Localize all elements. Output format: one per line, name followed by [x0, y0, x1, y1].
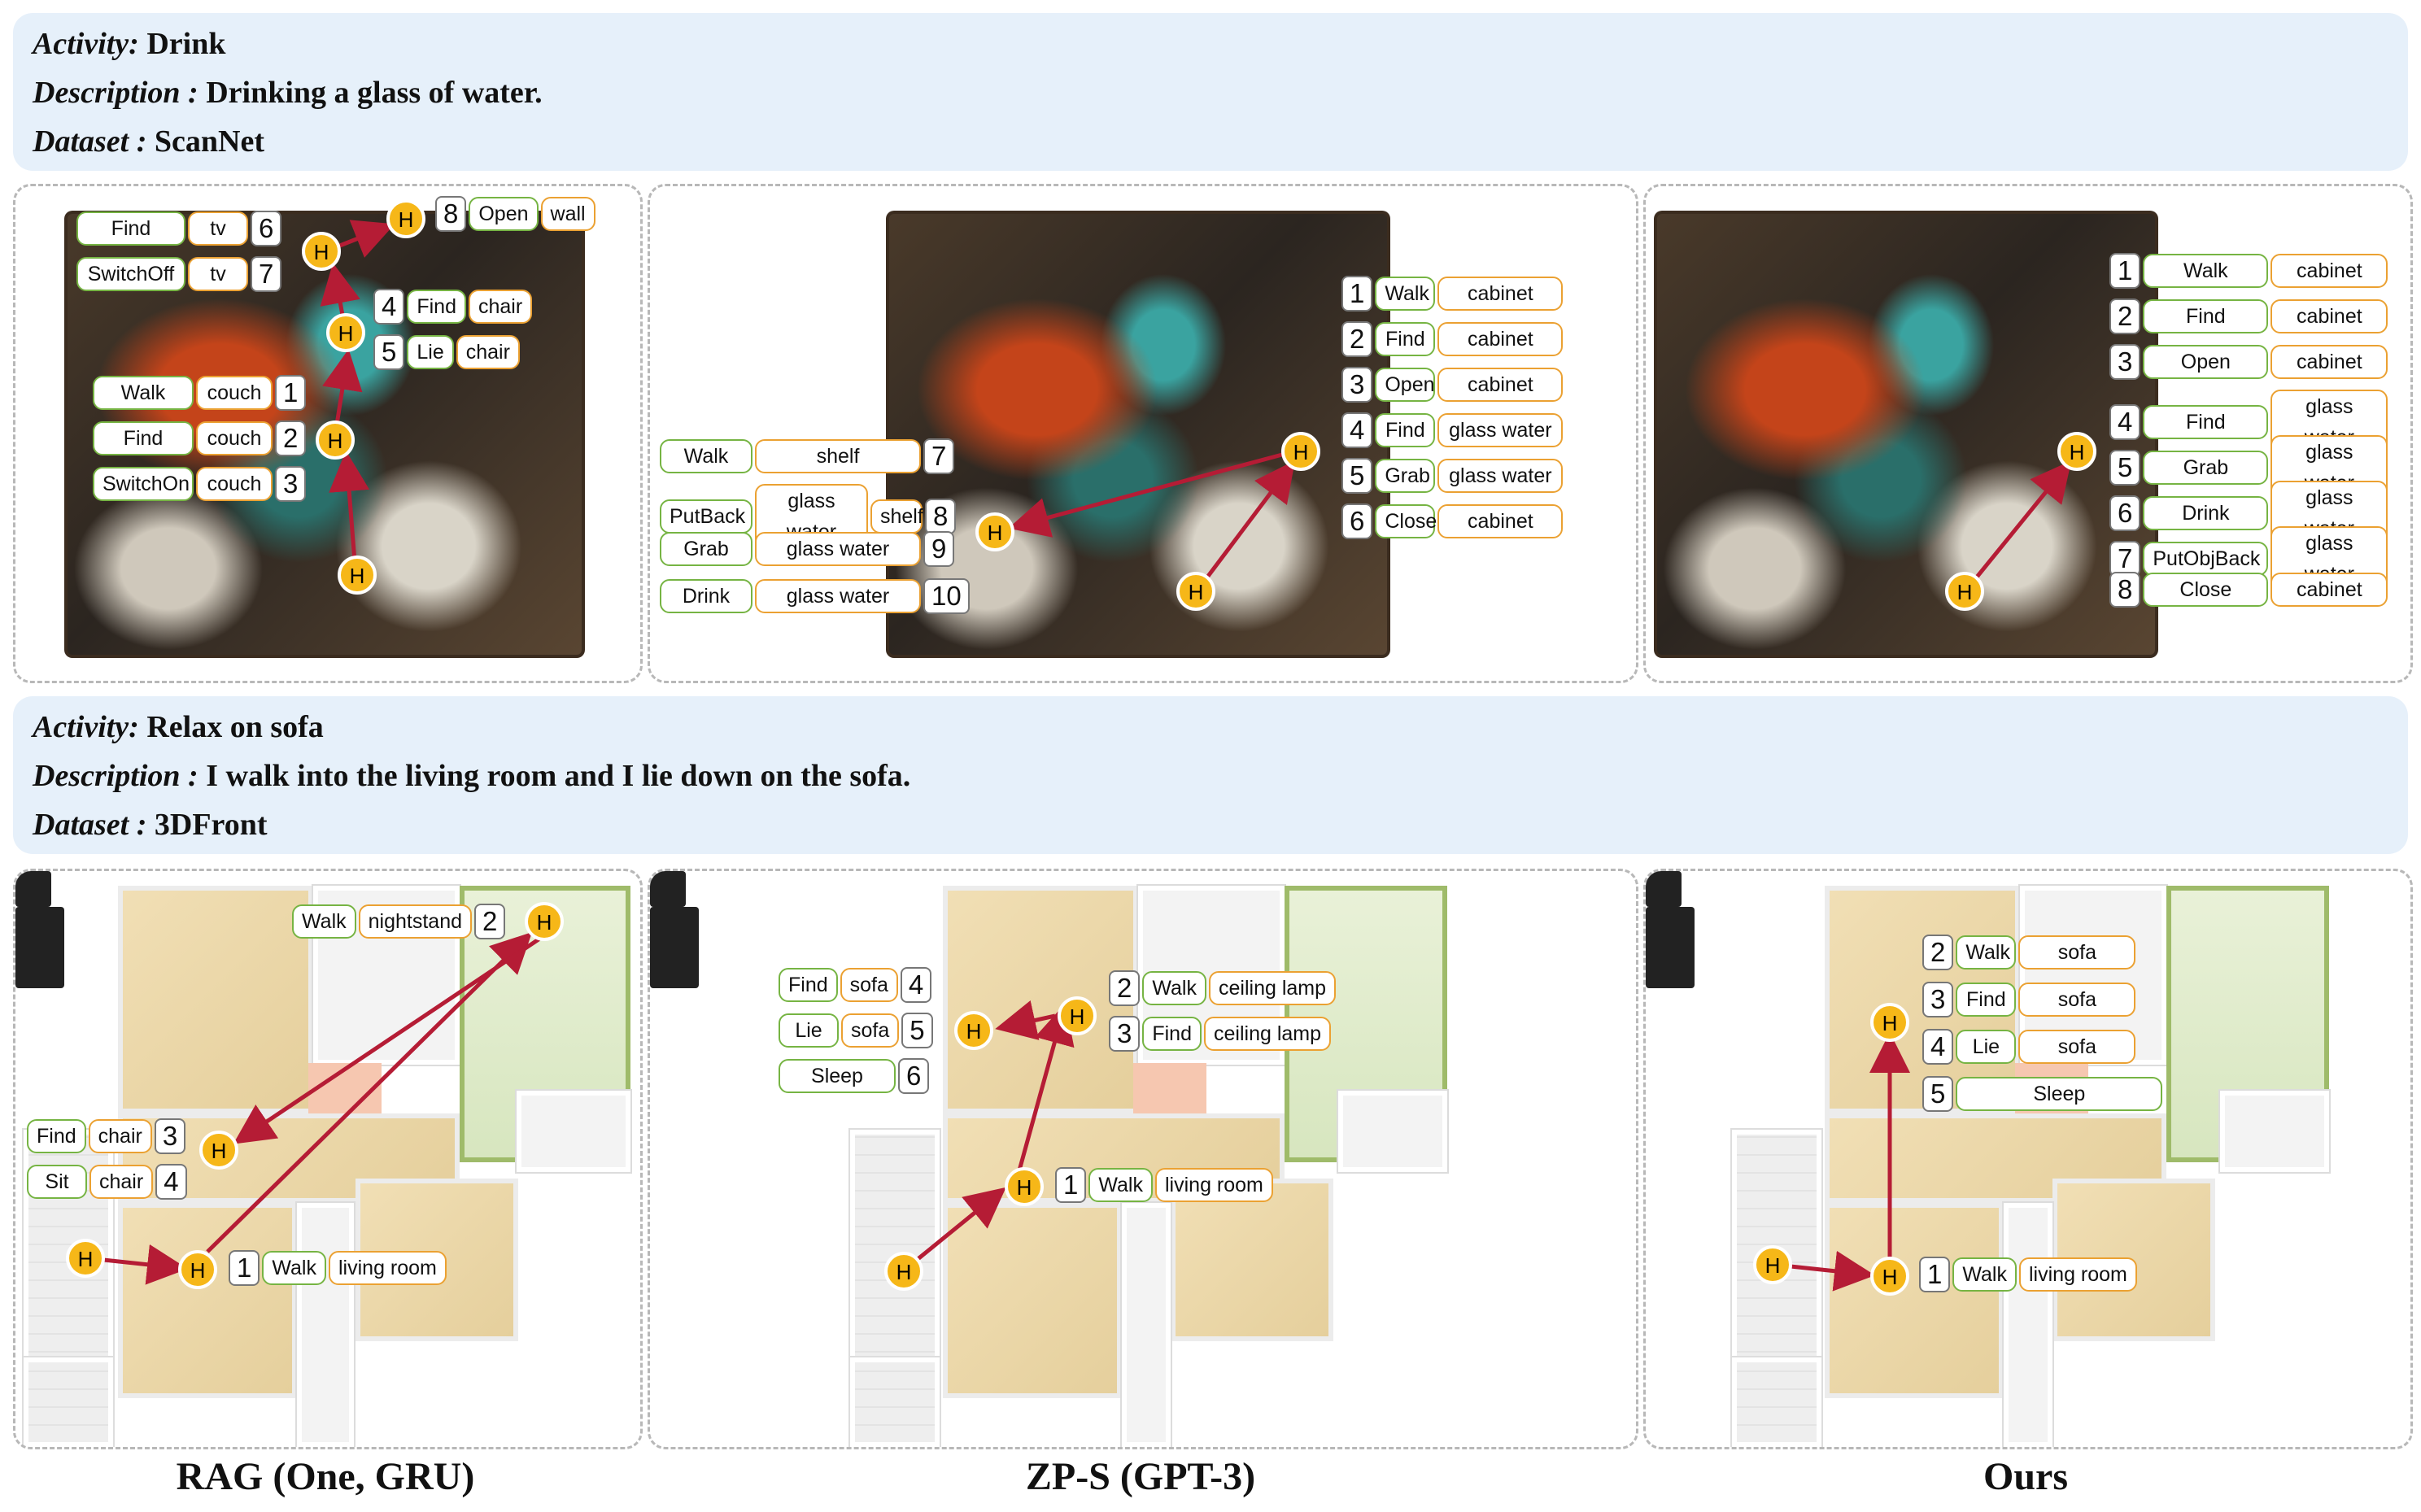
arrow-segment: [233, 935, 543, 1144]
node-label: H: [1070, 1004, 1085, 1029]
step-label: Find chair 3: [27, 1118, 186, 1154]
step-label: 3 Find ceiling lamp: [1109, 1016, 1332, 1052]
node-label: H: [1882, 1011, 1898, 1035]
activity-header-relax: Activity: Relax on sofa Description : I …: [13, 696, 2408, 854]
caption-rag: RAG (One, GRU): [176, 1455, 475, 1498]
panel-scannet-ours: H H 1 Walk cabinet 2 Find cabinet 3 Open cabin…: [1643, 184, 2413, 683]
panel-3dfront-ours: H H H 2 Walk sofa 3 Find sofa 4 Lie sofa 5 Slee…: [1643, 869, 2413, 1449]
step-label: 5 Sleep: [1922, 1076, 2163, 1112]
step-label: 2 Walk sofa: [1922, 935, 2136, 970]
trajectory-overlay: H H H H: [884, 996, 1097, 1291]
dataset-line: Dataset : ScanNet: [33, 124, 264, 159]
node-label: H: [966, 1019, 982, 1044]
dataset-line: Dataset : 3DFront: [33, 808, 268, 842]
step-label: Lie sofa 5: [779, 1013, 933, 1048]
node-label: H: [1957, 580, 1973, 604]
step-label: Grab glass water 9: [660, 531, 955, 567]
arrow-segment: [1966, 460, 2072, 590]
step-label: Walk nightstand 2: [292, 904, 506, 939]
node-label: H: [78, 1247, 94, 1271]
arrow-segment: [329, 451, 370, 573]
step-label: Sit chair 4: [27, 1164, 187, 1200]
step-label: 6 Close cabinet: [1341, 503, 1564, 539]
trajectory-overlay: H H H H: [66, 902, 564, 1289]
step-label: 3 Open cabinet: [1341, 367, 1564, 403]
node-label: H: [338, 321, 354, 346]
arrow-segment: [103, 1244, 188, 1285]
arrow-segment: [1017, 1003, 1075, 1171]
arrow-segment: [1790, 1250, 1875, 1292]
step-label: 3 Open cabinet: [2109, 344, 2388, 380]
description-line: Description : I walk into the living roo…: [33, 759, 911, 793]
step-label: Walk shelf 7: [660, 438, 955, 474]
node-label: H: [190, 1258, 206, 1283]
step-label: Find sofa 4: [779, 967, 932, 1003]
step-label: 5Grabglass water: [1341, 458, 1564, 494]
arrow-segment: [915, 1187, 1006, 1261]
arrow-segment: [1008, 452, 1283, 538]
step-label: Find tv 6: [76, 211, 282, 246]
node-label: H: [896, 1260, 912, 1284]
node-label: H: [988, 521, 1003, 545]
node-label: H: [1017, 1175, 1032, 1200]
node-label: H: [399, 207, 414, 232]
node-label: H: [1189, 580, 1204, 604]
step-label: SwitchOff tv 7: [76, 256, 282, 292]
step-label: 4 Lie sofa: [1922, 1029, 2136, 1065]
arrow-segment: [1197, 460, 1296, 590]
description-line: Description : Drinking a glass of water.: [33, 76, 543, 110]
step-label: Walk couch 1: [93, 375, 307, 411]
step-label: 4 Find chair: [373, 289, 533, 325]
step-label: 1 Walk living room: [1055, 1167, 1273, 1203]
node-label: H: [212, 1139, 227, 1163]
step-label: 3 Find sofa: [1922, 982, 2136, 1017]
step-label: 8 Open wall: [435, 196, 595, 232]
step-label: 4Findglass water: [1341, 412, 1564, 448]
step-label: 1 Walk cabinet: [1341, 276, 1564, 312]
panel-3dfront-rag: H H H H Walk nightstand 2 Find chair 3 Sit ch…: [13, 869, 643, 1449]
step-label: Sleep 6: [779, 1058, 930, 1094]
step-label: Find couch 2: [93, 420, 307, 456]
step-label: Drink glass water 10: [660, 578, 970, 614]
node-label: H: [314, 240, 329, 264]
activity-line: Activity: Relax on sofa: [33, 710, 324, 744]
activity-line: Activity: Drink: [33, 27, 226, 61]
step-label: 2 Find cabinet: [2109, 298, 2388, 334]
node-label: H: [1882, 1265, 1898, 1289]
node-label: H: [328, 429, 343, 453]
step-label: 1 Walk living room: [229, 1250, 447, 1286]
step-label: 2 Walk ceiling lamp: [1109, 970, 1337, 1006]
node-label: H: [1293, 440, 1309, 464]
node-label: H: [350, 564, 365, 588]
caption-ours: Ours: [1983, 1455, 2069, 1498]
panel-scannet-rag: H H H H H Find tv 6 SwitchOff tv 7 8 Open wall…: [13, 184, 643, 683]
arrow-segment: [206, 931, 533, 1253]
step-label: 5 Lie chair: [373, 334, 520, 370]
panel-scannet-zps: H H H 1 Walk cabinet 2 Find cabinet 3 Open cab…: [648, 184, 1638, 683]
panel-3dfront-zps: H H H H Find sofa 4 Lie sofa 5 Sleep 6 2 Walk c…: [648, 869, 1638, 1449]
caption-zps: ZP-S (GPT-3): [1025, 1455, 1256, 1498]
step-label: 8 Close cabinet: [2109, 572, 2388, 608]
node-label: H: [537, 910, 552, 935]
node-label: H: [1765, 1253, 1781, 1278]
step-label: 1 Walk living room: [1919, 1257, 2137, 1292]
step-label: 1 Walk cabinet: [2109, 253, 2388, 289]
node-label: H: [2070, 440, 2085, 464]
step-label: 2 Find cabinet: [1341, 321, 1564, 357]
step-label: SwitchOn couch 3: [93, 466, 307, 502]
activity-header-drink: Activity: Drink Description : Drinking a…: [13, 13, 2408, 171]
arrow-segment: [995, 1000, 1056, 1040]
